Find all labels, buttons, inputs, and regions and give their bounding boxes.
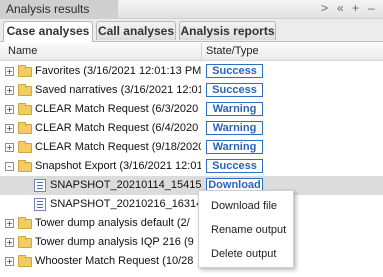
expand-icon[interactable]: +: [5, 105, 14, 114]
expand-icon[interactable]: +: [5, 219, 14, 228]
tree-row-clear-match-1[interactable]: + CLEAR Match Request (6/3/2020 11... Wa…: [0, 100, 383, 119]
folder-icon: [18, 217, 32, 229]
row-label: SNAPSHOT_20210216_16314: [50, 198, 198, 210]
tree-row-saved-narratives[interactable]: + Saved narratives (3/16/2021 12:01:... …: [0, 81, 383, 100]
status-badge: Warning: [206, 140, 263, 154]
status-badge: Success: [206, 159, 263, 173]
status-badge: Success: [206, 83, 263, 97]
expand-icon[interactable]: +: [5, 257, 14, 266]
column-name-header[interactable]: Name: [8, 43, 37, 60]
folder-icon: [18, 141, 32, 153]
folder-icon: [18, 103, 32, 115]
column-header: Name State/Type: [0, 43, 383, 61]
expand-icon[interactable]: +: [5, 143, 14, 152]
tree-row-favorites[interactable]: + Favorites (3/16/2021 12:01:13 PM) Succ…: [0, 62, 383, 81]
expand-icon[interactable]: +: [5, 238, 14, 247]
column-divider[interactable]: [201, 43, 202, 60]
row-label: Saved narratives (3/16/2021 12:01:...: [35, 84, 201, 96]
tree-row-snapshot-export[interactable]: – Snapshot Export (3/16/2021 12:01:... S…: [0, 157, 383, 176]
tree-row-snapshot-2[interactable]: SNAPSHOT_20210216_16314: [0, 195, 383, 214]
status-badge: Success: [206, 64, 263, 78]
expand-icon[interactable]: +: [5, 86, 14, 95]
folder-icon: [18, 236, 32, 248]
tab-call-analyses[interactable]: Call analyses: [96, 21, 176, 40]
menu-item-download-file[interactable]: Download file: [199, 194, 293, 218]
panel-titlebar: Analysis results > « + –: [0, 0, 383, 19]
tree-row-tower-dump-default[interactable]: + Tower dump analysis default (2/: [0, 214, 383, 233]
row-label: CLEAR Match Request (6/4/2020 7:...: [35, 122, 201, 134]
panel-title: Analysis results: [0, 0, 118, 18]
row-label: Tower dump analysis default (2/: [35, 217, 190, 229]
row-label: Whooster Match Request (10/28: [35, 255, 194, 267]
expand-icon[interactable]: +: [5, 124, 14, 133]
menu-item-delete-output[interactable]: Delete output: [199, 242, 293, 266]
tree-row-clear-match-2[interactable]: + CLEAR Match Request (6/4/2020 7:... Wa…: [0, 119, 383, 138]
row-label: Favorites (3/16/2021 12:01:13 PM): [35, 65, 201, 77]
column-state-header[interactable]: State/Type: [206, 43, 259, 60]
folder-icon: [18, 255, 32, 267]
tree-scrollbar[interactable]: [376, 61, 382, 266]
tab-case-analyses[interactable]: Case analyses: [3, 21, 93, 42]
pin-button[interactable]: >: [321, 2, 328, 15]
tab-bar: Case analyses Call analyses Analysis rep…: [0, 19, 383, 42]
tree-row-whooster[interactable]: + Whooster Match Request (10/28: [0, 252, 383, 271]
expand-icon[interactable]: +: [5, 67, 14, 76]
folder-icon: [18, 65, 32, 77]
folder-open-icon: [18, 160, 32, 172]
collapse-icon[interactable]: –: [5, 162, 14, 171]
menu-item-rename-output[interactable]: Rename output: [199, 218, 293, 242]
row-label: Snapshot Export (3/16/2021 12:01:...: [35, 160, 201, 172]
add-button[interactable]: +: [352, 2, 359, 15]
folder-icon: [18, 122, 32, 134]
row-label: SNAPSHOT_20210114_154151: [50, 179, 202, 191]
file-icon: [34, 198, 46, 211]
tree-row-clear-match-3[interactable]: + CLEAR Match Request (9/18/2020 4... Wa…: [0, 138, 383, 157]
status-badge: Warning: [206, 102, 263, 116]
status-badge: Warning: [206, 121, 263, 135]
minimize-button[interactable]: –: [368, 2, 375, 15]
tree-row-tower-dump-iqp[interactable]: + Tower dump analysis IQP 216 (9: [0, 233, 383, 252]
row-label: Tower dump analysis IQP 216 (9: [35, 236, 194, 248]
collapse-button[interactable]: «: [337, 2, 344, 15]
folder-icon: [18, 84, 32, 96]
row-label: CLEAR Match Request (9/18/2020 4...: [35, 141, 201, 153]
row-label: CLEAR Match Request (6/3/2020 11...: [35, 103, 201, 115]
tab-analysis-reports[interactable]: Analysis reports: [179, 21, 276, 40]
context-menu: Download file Rename output Delete outpu…: [198, 190, 294, 268]
tree-row-snapshot-1[interactable]: SNAPSHOT_20210114_154151 Download: [0, 176, 383, 195]
file-icon: [34, 179, 46, 192]
